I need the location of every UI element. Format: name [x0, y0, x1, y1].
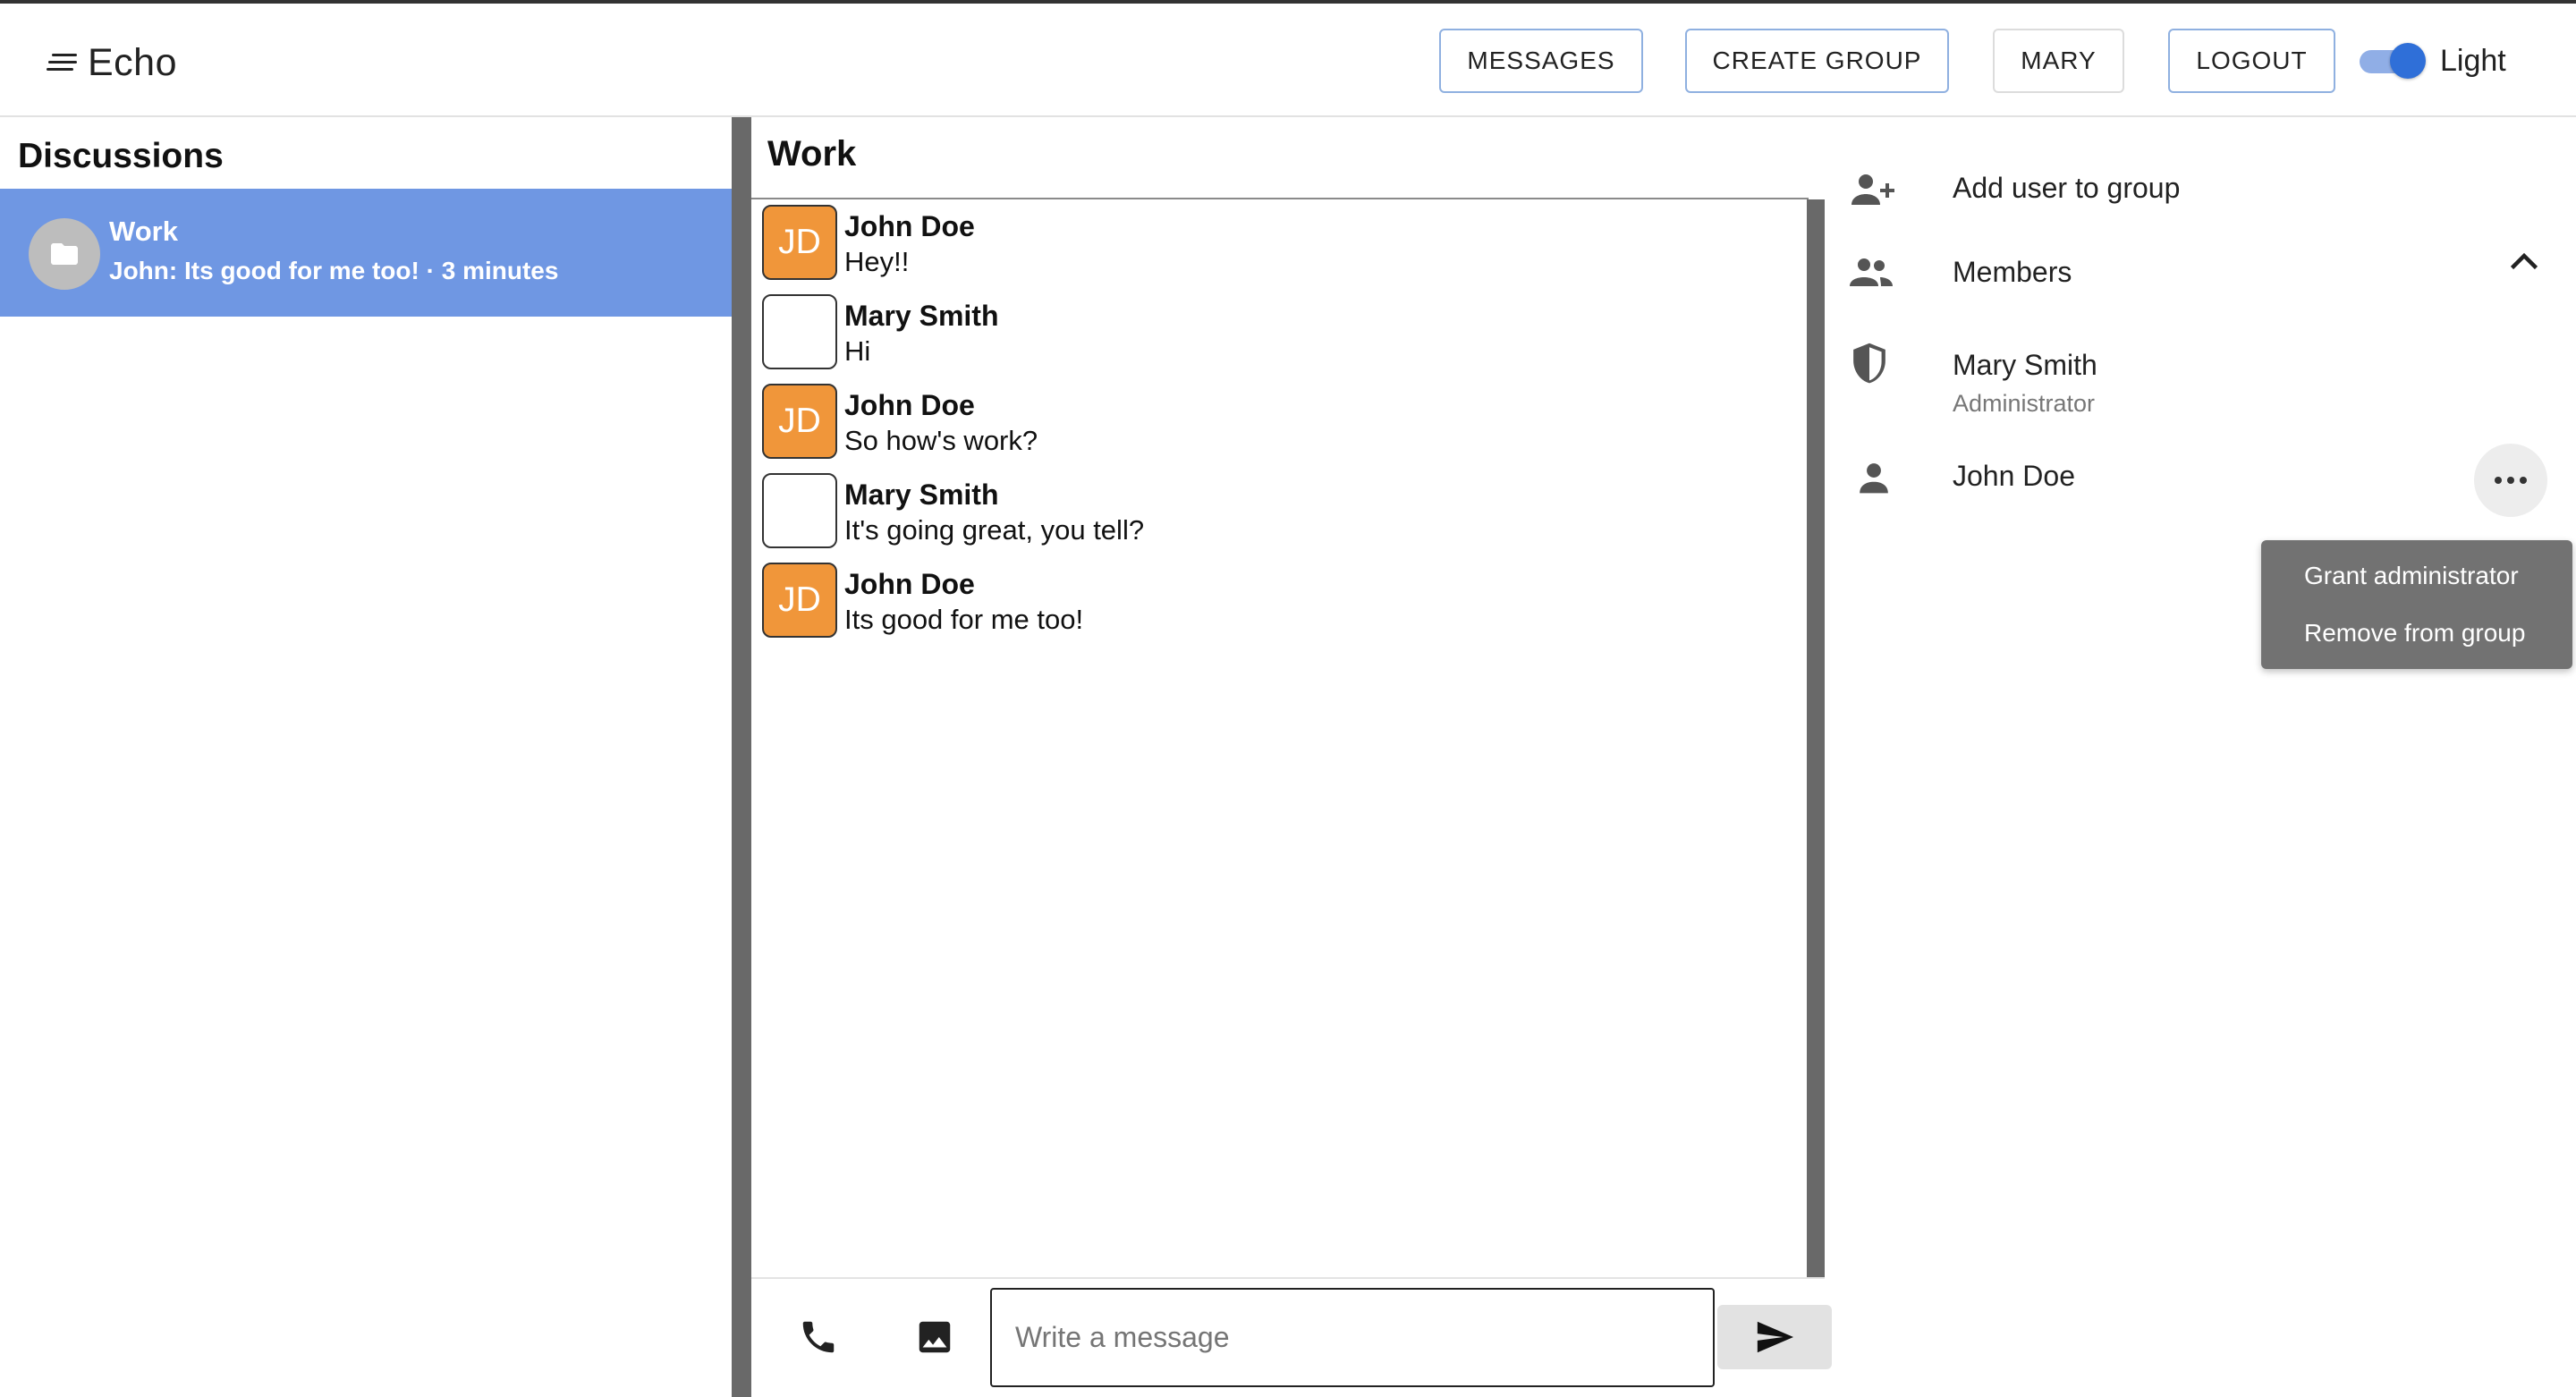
- message-text: Its good for me too!: [844, 604, 1084, 635]
- message-text: It's going great, you tell?: [844, 514, 1145, 546]
- sidebar-title: Discussions: [18, 137, 224, 175]
- chat-scrollbar[interactable]: [1807, 199, 1825, 1277]
- message-text: Hi: [844, 335, 871, 367]
- grant-admin-menu-item[interactable]: Grant administrator: [2304, 562, 2519, 590]
- more-options-button[interactable]: [2474, 444, 2547, 517]
- avatar[interactable]: JD: [762, 205, 837, 280]
- member-role: Administrator: [1953, 390, 2096, 417]
- message-author: Mary Smith: [844, 300, 999, 332]
- add-user-label: Add user to group: [1953, 172, 2181, 204]
- member-item[interactable]: Mary Smith Administrator: [1850, 331, 2565, 417]
- image-icon[interactable]: [914, 1317, 955, 1358]
- person-icon: [1860, 463, 1888, 494]
- message-text: Hey!!: [844, 246, 910, 277]
- user-button[interactable]: MARY: [1993, 29, 2124, 93]
- panel-divider[interactable]: [732, 117, 751, 1397]
- message-author: John Doe: [844, 389, 975, 421]
- phone-icon[interactable]: [798, 1317, 839, 1358]
- echo-logo-icon: [47, 52, 82, 73]
- discussion-item-work[interactable]: Work John: Its good for me too! · 3 minu…: [0, 189, 732, 317]
- avatar[interactable]: JD: [762, 384, 837, 459]
- group-icon: [1850, 258, 1893, 286]
- members-header[interactable]: Members: [1850, 238, 2565, 309]
- toggle-knob: [2390, 43, 2426, 79]
- send-icon: [1757, 1321, 1794, 1353]
- more-horiz-icon: [2495, 477, 2502, 484]
- theme-toggle-label: Light: [2440, 44, 2506, 78]
- discussion-avatar: [29, 218, 100, 290]
- message-item: JD John Doe So how's work?: [762, 384, 1567, 461]
- discussion-preview: John: Its good for me too! · 3 minutes: [109, 257, 559, 284]
- avatar[interactable]: [762, 473, 837, 548]
- member-name: Mary Smith: [1953, 349, 2097, 381]
- logout-button[interactable]: LOGOUT: [2168, 29, 2335, 93]
- message-item: Mary Smith Hi: [762, 294, 1567, 371]
- member-name: John Doe: [1953, 460, 2075, 492]
- message-input[interactable]: [990, 1288, 1715, 1387]
- message-item: Mary Smith It's going great, you tell?: [762, 473, 1567, 550]
- member-item[interactable]: John Doe: [1850, 442, 2565, 513]
- member-options-menu: Grant administrator Remove from group: [2261, 540, 2572, 669]
- discussion-title: Work: [109, 216, 178, 247]
- discussions-sidebar: Discussions Work John: Its good for me t…: [0, 117, 732, 1397]
- message-item: JD John Doe Its good for me too!: [762, 563, 1567, 639]
- shield-icon: [1853, 343, 1885, 384]
- add-user-icon: [1852, 174, 1894, 205]
- message-author: Mary Smith: [844, 478, 999, 511]
- add-user-to-group[interactable]: Add user to group: [1850, 154, 2565, 225]
- create-group-button[interactable]: CREATE GROUP: [1685, 29, 1949, 93]
- avatar[interactable]: JD: [762, 563, 837, 638]
- avatar[interactable]: [762, 294, 837, 369]
- theme-toggle[interactable]: [2360, 43, 2426, 79]
- remove-from-group-menu-item[interactable]: Remove from group: [2304, 619, 2525, 648]
- folder-icon: [51, 243, 78, 265]
- brand[interactable]: Echo: [47, 36, 177, 89]
- app-header: Echo MESSAGES CREATE GROUP MARY LOGOUT L…: [0, 4, 2576, 117]
- chevron-up-icon[interactable]: [2508, 250, 2540, 272]
- messages-button[interactable]: MESSAGES: [1439, 29, 1643, 93]
- message-item: JD John Doe Hey!!: [762, 205, 1567, 282]
- members-label: Members: [1953, 256, 2072, 288]
- message-author: John Doe: [844, 568, 975, 600]
- app-name: Echo: [88, 40, 178, 84]
- chat-title: Work: [767, 134, 857, 174]
- message-text: So how's work?: [844, 425, 1038, 456]
- message-author: John Doe: [844, 210, 975, 242]
- send-button[interactable]: [1717, 1305, 1832, 1369]
- composer-divider: [751, 1277, 1825, 1279]
